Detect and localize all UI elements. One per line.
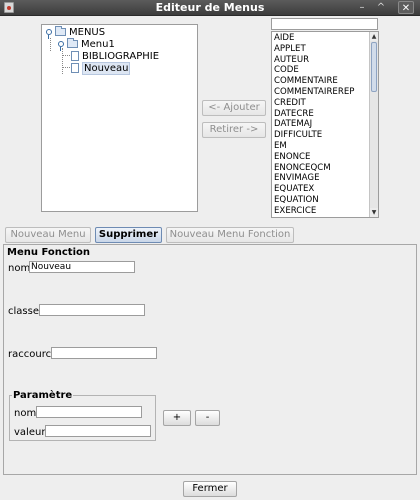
list-filter-input[interactable] <box>271 18 378 30</box>
folder-icon <box>55 26 66 36</box>
tree-node-label: BIBLIOGRAPHIE <box>82 50 160 62</box>
remove-button[interactable]: Retirer -> <box>202 122 266 138</box>
tree-connector <box>62 55 70 56</box>
param-nom-label: nom <box>14 408 37 419</box>
list-item[interactable]: APPLET <box>274 44 369 55</box>
list-item[interactable]: EQUATION <box>274 195 369 206</box>
tree-node-menu1[interactable]: Menu1 <box>58 38 115 51</box>
tree-node-label: MENUS <box>69 26 106 38</box>
list-item[interactable]: AIDE <box>274 33 369 44</box>
menu-function-title: Menu Fonction <box>6 247 91 258</box>
expand-toggle-icon[interactable] <box>46 29 52 39</box>
raccourci-label: raccourci <box>8 349 54 360</box>
classe-field[interactable] <box>39 304 145 316</box>
scroll-thumb[interactable] <box>371 42 377 92</box>
add-button[interactable]: <- Ajouter <box>202 100 266 116</box>
raccourci-field[interactable] <box>51 347 157 359</box>
nom-field[interactable]: Nouveau <box>29 261 135 273</box>
classe-label: classe <box>8 306 39 317</box>
list-item[interactable]: FICHIER <box>274 217 369 218</box>
list-item[interactable]: EXERCICE <box>274 206 369 217</box>
list-item[interactable]: AUTEUR <box>274 55 369 66</box>
scroll-up-icon[interactable]: ▲ <box>370 32 378 41</box>
tree-node-bibliographie[interactable]: BIBLIOGRAPHIE <box>71 50 159 62</box>
list-item[interactable]: DATEMAJ <box>274 119 369 130</box>
list-item[interactable]: DATECRE <box>274 109 369 120</box>
parametre-title: Paramètre <box>12 390 74 401</box>
param-nom-field[interactable] <box>36 406 142 418</box>
list-item[interactable]: DIFFICULTE <box>274 130 369 141</box>
list-item[interactable]: CREDIT <box>274 98 369 109</box>
list-scrollbar[interactable]: ▲ ▼ <box>369 32 378 217</box>
nom-label: nom <box>8 263 31 274</box>
tree-node-nouveau[interactable]: Nouveau <box>71 61 131 75</box>
close-button[interactable]: Fermer <box>183 481 237 497</box>
tree-node-label: Menu1 <box>81 38 115 50</box>
new-menu-button[interactable]: Nouveau Menu <box>5 227 91 243</box>
tree-node-label: Nouveau <box>82 61 131 75</box>
tree-node-root[interactable]: MENUS <box>46 26 106 39</box>
scroll-down-icon[interactable]: ▼ <box>370 208 378 217</box>
tag-list-items: AIDE APPLET AUTEUR CODE COMMENTAIRE COMMENTAI… <box>274 33 369 218</box>
new-function-menu-button[interactable]: Nouveau Menu Fonction <box>166 227 294 243</box>
list-item[interactable]: COMMENTAIREREP <box>274 87 369 98</box>
tree-connector <box>62 67 70 68</box>
add-parameter-button[interactable]: + <box>163 410 191 426</box>
list-item[interactable]: COMMENTAIRE <box>274 76 369 87</box>
delete-button[interactable]: Supprimer <box>95 227 162 243</box>
list-item[interactable]: EQUATEX <box>274 184 369 195</box>
expand-toggle-icon[interactable] <box>58 41 64 51</box>
title-bar: Editeur de Menus – ^ ✕ <box>0 0 420 16</box>
param-valeur-label: valeur <box>14 427 46 438</box>
minimize-button[interactable]: – <box>354 1 370 14</box>
menu-tree[interactable]: MENUS Menu1 BIBLIOGRAPHIE Nouveau <box>41 24 198 212</box>
remove-parameter-button[interactable]: - <box>195 410 220 426</box>
close-window-button[interactable]: ✕ <box>398 1 414 14</box>
folder-icon <box>67 38 78 48</box>
tree-connector <box>62 48 63 74</box>
file-icon <box>71 51 79 61</box>
list-item[interactable]: ENONCE <box>274 152 369 163</box>
tag-list[interactable]: AIDE APPLET AUTEUR CODE COMMENTAIRE COMMENTAI… <box>271 31 379 218</box>
tree-connector <box>50 38 51 51</box>
list-item[interactable]: ENONCEQCM <box>274 163 369 174</box>
list-item[interactable]: ENVIMAGE <box>274 173 369 184</box>
list-item[interactable]: CODE <box>274 65 369 76</box>
list-item[interactable]: EM <box>274 141 369 152</box>
param-valeur-field[interactable] <box>45 425 151 437</box>
file-icon <box>71 63 79 73</box>
maximize-button[interactable]: ^ <box>373 1 389 14</box>
